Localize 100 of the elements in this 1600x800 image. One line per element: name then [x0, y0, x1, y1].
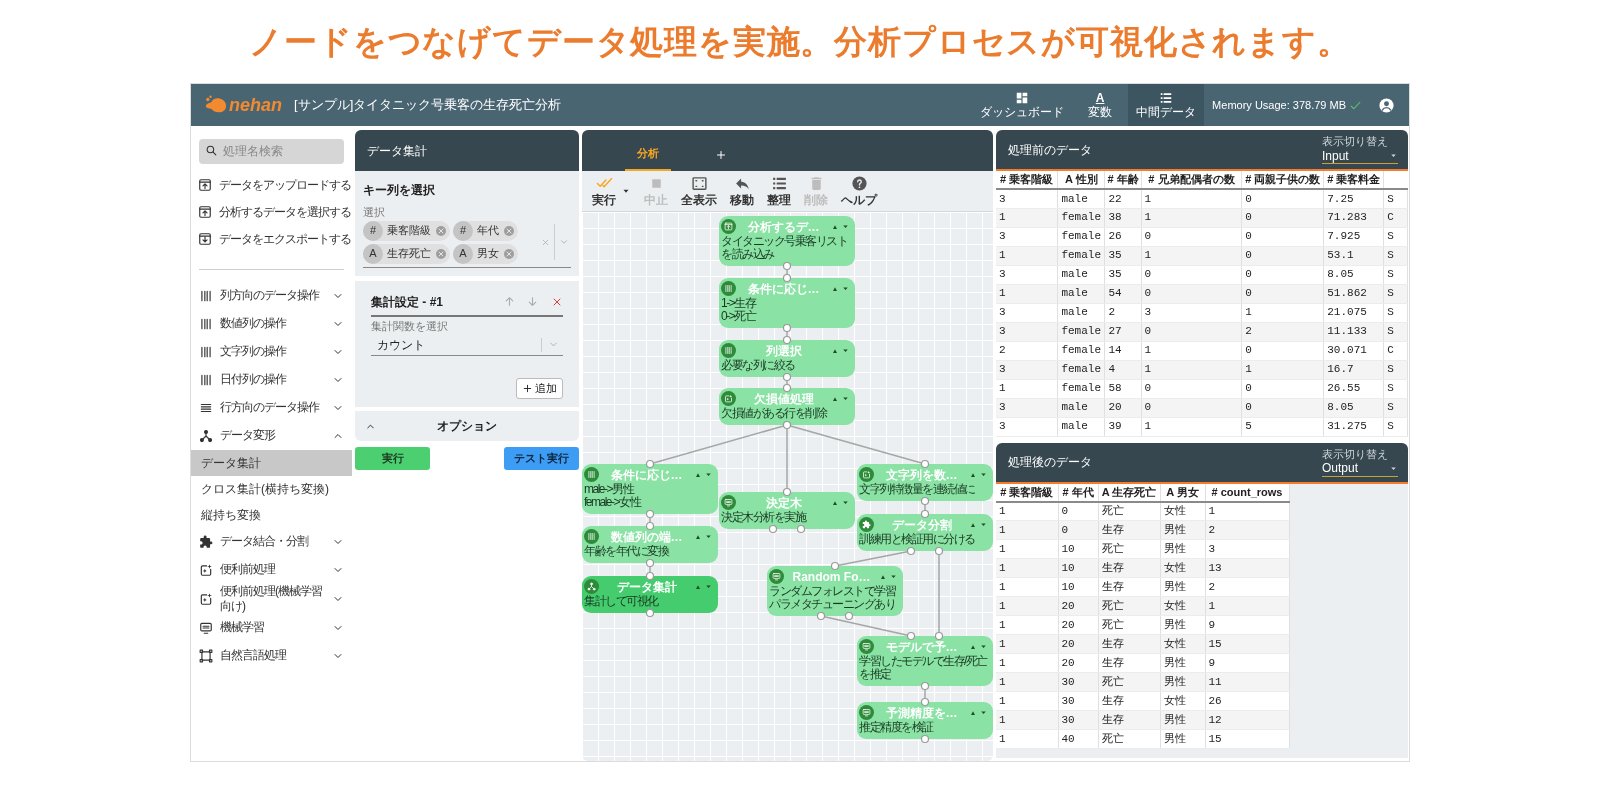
action-link[interactable]: データをアップロードする [219, 176, 351, 194]
flow-node[interactable]: 条件に応じ… male->男性 female->女性 [582, 464, 718, 514]
table-cell: 16.7 [1323, 360, 1384, 379]
column-chip[interactable]: # 年代 [453, 220, 518, 241]
category-item[interactable]: 行方向のデータ操作 [191, 393, 352, 422]
column-header[interactable]: # 年代 [1058, 483, 1098, 502]
add-button[interactable]: 追加 [516, 378, 563, 399]
nav-button[interactable]: 中間データ [1128, 84, 1205, 126]
table-cell: 20 [1104, 398, 1142, 417]
flow-node[interactable]: Random Fo… ランダムフォレストで学習 パラメタチューニングあり [767, 566, 903, 616]
type-badge: # [453, 220, 473, 241]
table-cell: 死亡 [1098, 596, 1160, 616]
chip-label: 生存死亡 [387, 246, 431, 262]
table-cell: 男性 [1160, 539, 1205, 559]
toolbar-button[interactable]: 移動 [730, 175, 754, 207]
node-title: データ集計 [615, 578, 678, 595]
flow-node[interactable]: 予測精度を… 推定精度を検証 [857, 702, 993, 739]
toolbar-button[interactable]: 実行 [592, 175, 616, 207]
column-header[interactable]: # 両親子供の数 [1241, 171, 1324, 189]
table-cell: S [1383, 379, 1408, 398]
column-header[interactable]: A 生存死亡 [1098, 483, 1160, 502]
flow-node[interactable]: 条件に応じ… 1->生存 0->死亡 [719, 278, 855, 328]
table-cell: 71.283 [1323, 208, 1384, 227]
node-title: 欠損値処理 [752, 390, 815, 407]
table-cell: 15 [1205, 634, 1289, 654]
table-cell: 54 [1104, 284, 1142, 303]
nav-button[interactable]: ダッシュボード [972, 84, 1073, 126]
table-cell: 1 [1141, 246, 1242, 265]
table-cell: S [1383, 227, 1408, 246]
view-select[interactable]: 表示切り替え Input [1322, 135, 1398, 164]
category-item[interactable]: 列方向のデータ操作 [191, 281, 352, 310]
flow-node[interactable]: モデルで予… 学習したモデルで生存/死亡 を推定 [857, 636, 993, 686]
table-cell: 男性 [1160, 729, 1205, 749]
column-header[interactable]: # 兄弟配偶者の数 [1141, 171, 1242, 189]
flow-node[interactable]: 数値列の端… 年齢を年代に変換 [582, 526, 718, 563]
table-cell: S [1383, 360, 1408, 379]
category-item[interactable]: 日付列の操作 [191, 365, 352, 394]
table-cell: 1 [996, 653, 1058, 673]
multi-select-field[interactable]: # 乗客階級 # 年代 A 生存死亡 A 男女 [363, 220, 571, 268]
node-title: 数値列の端… [609, 528, 684, 545]
options-toggle[interactable]: オプション [355, 411, 579, 441]
type-badge: A [363, 243, 383, 264]
table-cell: 0 [1241, 284, 1324, 303]
category-item[interactable]: 自然言語処理 [191, 641, 352, 670]
table-cell: female [1057, 208, 1105, 227]
category-item[interactable]: 便利前処理(機械学習向け) [191, 583, 352, 614]
table-cell: 死亡 [1098, 539, 1160, 559]
table-cell: S [1383, 303, 1408, 322]
category-label: 文字列の操作 [220, 344, 288, 359]
flow-node[interactable]: 列選択 必要な列に絞る [719, 340, 855, 377]
table-cell: 11 [1205, 672, 1289, 692]
column-header[interactable]: # 乗客料金 [1323, 171, 1384, 189]
column-chip[interactable]: # 乗客階級 [363, 220, 450, 241]
view-select[interactable]: 表示切り替え Output [1322, 447, 1398, 477]
column-header[interactable]: A 男女 [1160, 483, 1205, 502]
category-label: 便利前処理 [220, 562, 277, 577]
flow-node[interactable]: 欠損値処理 欠損値がある行を削除 [719, 388, 855, 425]
run-button[interactable]: 実行 [355, 447, 430, 470]
flow-node[interactable]: 決定木 決定木分析を実施 [719, 492, 855, 529]
column-chip[interactable]: A 男女 [453, 243, 518, 264]
flow-node[interactable]: データ集計 集計して可視化 [582, 576, 718, 613]
subcategory-item[interactable]: データ集計 [191, 449, 352, 476]
flow-node[interactable]: データ分割 訓練用と検証用に分ける [857, 514, 993, 551]
category-item[interactable]: 便利前処理 [191, 555, 352, 584]
category-item[interactable]: データ結合・分割 [191, 527, 352, 556]
category-item[interactable]: 機械学習 [191, 613, 352, 642]
search-field[interactable]: 処理名検索 [199, 138, 344, 164]
column-header[interactable]: # 乗客階級 [996, 483, 1058, 502]
action-link[interactable]: 分析するデータを選択する [219, 203, 351, 221]
table-cell: 1 [996, 501, 1058, 521]
table-cell: 女性 [1160, 634, 1205, 654]
category-item[interactable]: 数値列の操作 [191, 309, 352, 338]
table-cell: 0 [1058, 520, 1098, 540]
column-header[interactable]: # count_rows [1205, 483, 1289, 502]
column-header[interactable]: # 年齢 [1104, 171, 1142, 189]
test-run-button[interactable]: テスト実行 [504, 447, 579, 470]
function-select[interactable]: カウント [371, 334, 563, 356]
table-cell: 22 [1104, 189, 1142, 208]
category-label: 日付列の操作 [220, 372, 288, 387]
toolbar-button[interactable]: 全表示 [681, 175, 717, 207]
table-cell: 20 [1058, 634, 1098, 654]
category-item[interactable]: 文字列の操作 [191, 337, 352, 366]
action-link[interactable]: データをエクスポートする [219, 230, 351, 248]
table-cell: 26.55 [1323, 379, 1384, 398]
table-cell: 40 [1058, 729, 1098, 749]
column-chip[interactable]: A 生存死亡 [363, 243, 450, 264]
nav-button[interactable]: A 変数 [1080, 84, 1121, 126]
toolbar-button[interactable]: ヘルプ [841, 175, 877, 207]
flow-node[interactable]: 分析するデ… タイタニック号乗客リスト を読み込み [719, 216, 855, 266]
category-label: 機械学習 [220, 620, 265, 635]
toolbar-button[interactable]: 整理 [767, 175, 791, 207]
column-header[interactable]: # 乗客階級 [996, 171, 1058, 189]
node-description: 必要な列に絞る [721, 359, 796, 372]
node-description: 年齢を年代に変換 [584, 545, 670, 558]
subcategory-item[interactable]: 縦持ち変換 [191, 501, 352, 528]
table-cell: 1 [996, 246, 1058, 265]
flow-node[interactable]: 文字列を数… 文字列特徴量を連続値に [857, 464, 993, 501]
column-header[interactable]: A 性別 [1057, 171, 1105, 189]
subcategory-item[interactable]: クロス集計(横持ち変換) [191, 475, 352, 502]
category-item[interactable]: データ変形 [191, 421, 352, 450]
